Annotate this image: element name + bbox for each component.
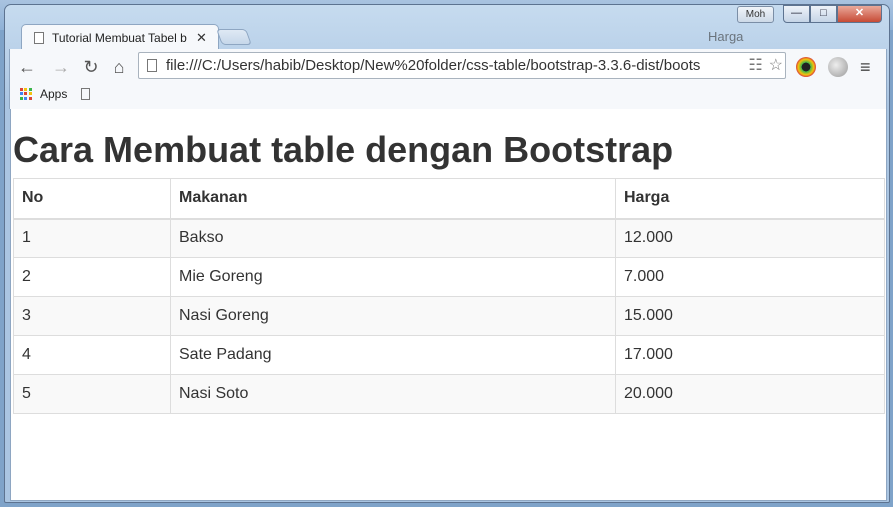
maximize-button[interactable]: □	[810, 5, 837, 23]
apps-bookmark[interactable]: Apps	[40, 87, 67, 101]
cell-no: 3	[13, 296, 171, 336]
cell-harga: 17.000	[615, 335, 885, 375]
profile-badge[interactable]: Moh	[737, 6, 774, 23]
tab-close-icon[interactable]: ✕	[196, 30, 207, 46]
header-no: No	[13, 178, 171, 220]
caption-buttons: — □ ✕	[783, 5, 882, 23]
apps-icon	[20, 88, 32, 100]
home-button[interactable]: ⌂	[108, 57, 130, 78]
cell-no: 2	[13, 257, 171, 297]
cell-makanan: Nasi Soto	[170, 374, 616, 414]
bookmark-star-icon[interactable]: ☆	[769, 53, 783, 78]
cell-makanan: Bakso	[170, 218, 616, 258]
cell-no: 1	[13, 218, 171, 258]
bookmark-page-icon[interactable]	[81, 88, 91, 100]
cell-no: 4	[13, 335, 171, 375]
address-bar[interactable]: file:///C:/Users/habib/Desktop/New%20fol…	[138, 52, 786, 79]
food-table: No Makanan Harga 1 Bakso 12.000 2 Mie Go…	[13, 178, 885, 414]
background-window-text: Harga	[708, 29, 744, 44]
header-makanan: Makanan	[170, 178, 616, 220]
close-window-button[interactable]: ✕	[837, 5, 882, 23]
reload-button[interactable]: ↻	[80, 57, 102, 78]
menu-icon[interactable]: ≡	[860, 57, 871, 78]
page-content: Cara Membuat table dengan Bootstrap No M…	[10, 109, 887, 501]
browser-window: Moh — □ ✕ Harga Tutorial Membuat Tabel b…	[4, 4, 890, 503]
file-icon	[147, 59, 157, 72]
header-harga: Harga	[615, 178, 885, 220]
table-row: 5 Nasi Soto 20.000	[13, 374, 885, 414]
extension-2-icon[interactable]	[828, 57, 848, 77]
browser-tab[interactable]: Tutorial Membuat Tabel b ✕	[21, 24, 219, 50]
cell-harga: 20.000	[615, 374, 885, 414]
cell-no: 5	[13, 374, 171, 414]
omnibox-actions: ☷ ☆	[744, 53, 783, 78]
cell-harga: 15.000	[615, 296, 885, 336]
page-icon	[34, 31, 44, 44]
page-heading: Cara Membuat table dengan Bootstrap	[13, 129, 674, 170]
table-row: 2 Mie Goreng 7.000	[13, 257, 885, 297]
browser-toolbar: ← → ↻ ⌂ file:///C:/Users/habib/Desktop/N…	[9, 49, 887, 109]
cell-makanan: Mie Goreng	[170, 257, 616, 297]
table-row: 3 Nasi Goreng 15.000	[13, 296, 885, 336]
forward-button[interactable]: →	[50, 57, 72, 78]
extension-icon[interactable]	[796, 57, 816, 77]
tab-title: Tutorial Membuat Tabel b	[52, 30, 187, 45]
table-row: 4 Sate Padang 17.000	[13, 335, 885, 375]
translate-icon[interactable]: ☷	[748, 53, 762, 78]
table-row: 1 Bakso 12.000	[13, 218, 885, 258]
bookmarks-bar: Apps	[20, 87, 91, 101]
cell-harga: 12.000	[615, 218, 885, 258]
back-button[interactable]: ←	[16, 57, 38, 78]
url-text: file:///C:/Users/habib/Desktop/New%20fol…	[166, 57, 701, 74]
cell-makanan: Nasi Goreng	[170, 296, 616, 336]
new-tab-button[interactable]	[216, 29, 252, 45]
cell-harga: 7.000	[615, 257, 885, 297]
cell-makanan: Sate Padang	[170, 335, 616, 375]
minimize-button[interactable]: —	[783, 5, 810, 23]
table-header-row: No Makanan Harga	[13, 178, 885, 220]
